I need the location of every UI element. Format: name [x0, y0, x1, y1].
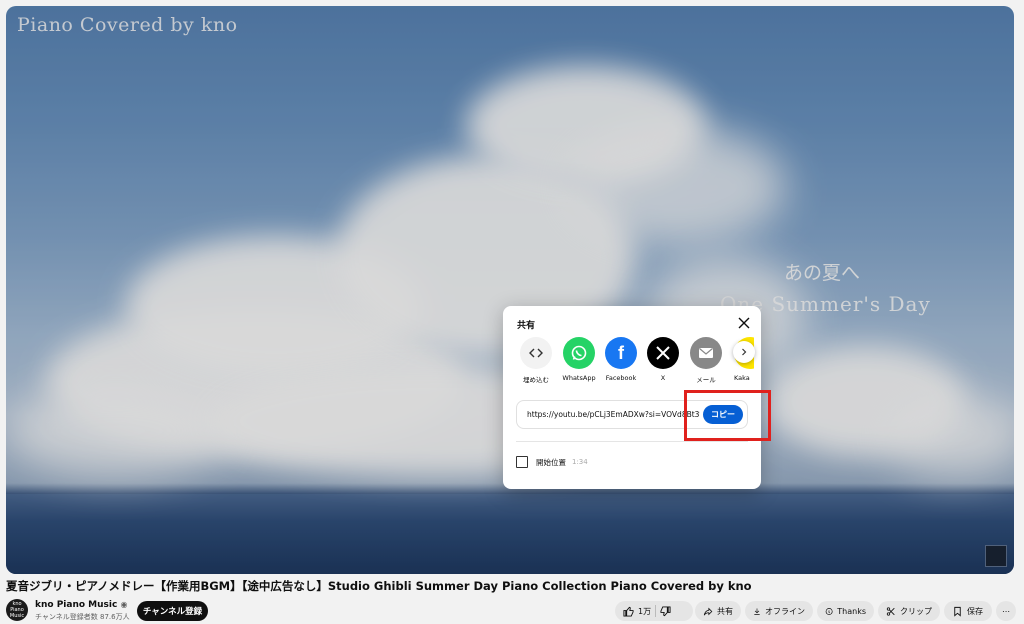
start-at-label: 開始位置: [536, 458, 566, 467]
bookmark-icon: [954, 606, 961, 617]
channel-name-text[interactable]: kno Piano Music: [35, 600, 117, 610]
copy-button[interactable]: コピー: [703, 405, 743, 424]
like-divider: [655, 605, 657, 617]
save-button-label: 保存: [967, 606, 983, 616]
like-dislike-group: 1万: [615, 601, 693, 621]
x-icon: [647, 337, 679, 369]
whatsapp-icon: [563, 337, 595, 369]
share-facebook-option[interactable]: f Facebook: [599, 337, 643, 382]
clip-button-label: クリップ: [900, 606, 932, 616]
subscriber-count: チャンネル登録者数 87.6万人: [35, 613, 130, 621]
start-at-checkbox[interactable]: [516, 456, 528, 468]
scissors-icon: [886, 606, 895, 616]
clip-button[interactable]: クリップ: [878, 601, 940, 621]
share-kakao-label: Kaka: [734, 374, 750, 382]
start-at-time[interactable]: 1:34: [572, 458, 588, 466]
thanks-button-label: Thanks: [837, 606, 866, 616]
video-title: 夏音ジブリ・ピアノメドレー【作業用BGM】【途中広告なし】Studio Ghib…: [6, 579, 752, 593]
download-icon: [754, 608, 760, 615]
mail-icon: [690, 337, 722, 369]
share-button[interactable]: 共有: [695, 601, 741, 621]
share-dialog-title: 共有: [517, 321, 536, 331]
share-mail-option[interactable]: メール: [684, 337, 728, 384]
share-url-text[interactable]: https://youtu.be/pCLj3EmADXw?si=VOVd8Bt3…: [527, 410, 700, 419]
like-icon[interactable]: [623, 606, 634, 617]
share-dialog: 共有 埋め込む WhatsApp f Facebook X メール Kaka h…: [503, 306, 761, 489]
save-button[interactable]: 保存: [944, 601, 992, 621]
share-icon: [703, 607, 713, 615]
dialog-divider: [516, 441, 748, 442]
share-embed-option[interactable]: 埋め込む: [514, 337, 558, 384]
thanks-button[interactable]: $ Thanks: [817, 601, 874, 621]
like-count[interactable]: 1万: [638, 606, 651, 617]
dislike-icon[interactable]: [660, 605, 671, 617]
share-embed-label: 埋め込む: [523, 376, 549, 384]
close-icon[interactable]: [736, 315, 752, 331]
share-facebook-label: Facebook: [605, 374, 637, 382]
share-whatsapp-label: WhatsApp: [562, 374, 596, 382]
thanks-icon: $: [825, 607, 833, 615]
share-next-button[interactable]: [733, 341, 755, 363]
offline-button-label: オフライン: [765, 606, 805, 616]
share-url-field[interactable]: https://youtu.be/pCLj3EmADXw?si=VOVd8Bt3…: [516, 400, 748, 429]
share-x-label: X: [660, 374, 666, 382]
subscribe-button[interactable]: チャンネル登録: [137, 601, 208, 621]
avatar[interactable]: kno Piano Music: [6, 599, 28, 621]
chevron-right-icon: [742, 348, 747, 356]
share-whatsapp-option[interactable]: WhatsApp: [557, 337, 601, 382]
more-icon: ⋯: [1002, 606, 1010, 616]
svg-text:$: $: [828, 608, 831, 613]
facebook-icon: f: [605, 337, 637, 369]
avatar-text: kno Piano Music: [9, 601, 25, 619]
channel-name[interactable]: kno Piano Music ◉: [35, 600, 127, 610]
share-x-option[interactable]: X: [641, 337, 685, 382]
embed-icon: [520, 337, 552, 369]
share-button-label: 共有: [717, 606, 733, 616]
offline-button[interactable]: オフライン: [745, 601, 813, 621]
more-actions-button[interactable]: ⋯: [996, 601, 1016, 621]
verified-icon: ◉: [120, 600, 128, 609]
share-mail-label: メール: [696, 376, 716, 384]
